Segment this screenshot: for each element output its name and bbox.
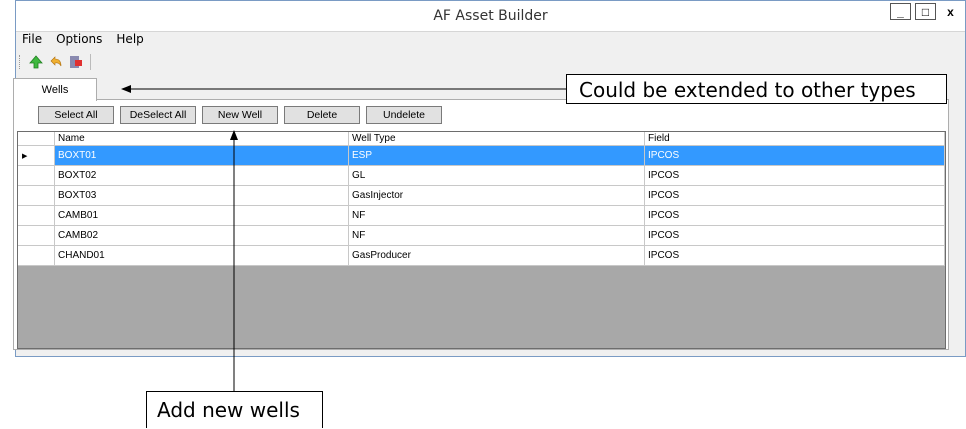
tab-wells[interactable]: Wells — [13, 78, 97, 101]
tabs-annotation-callout: Could be extended to other types — [566, 74, 947, 104]
annotation-arrows — [121, 85, 566, 391]
new-well-arrow-head — [230, 130, 238, 140]
tabs-arrow-head — [121, 85, 131, 93]
new-well-annotation-callout: Add new wells — [146, 391, 323, 428]
